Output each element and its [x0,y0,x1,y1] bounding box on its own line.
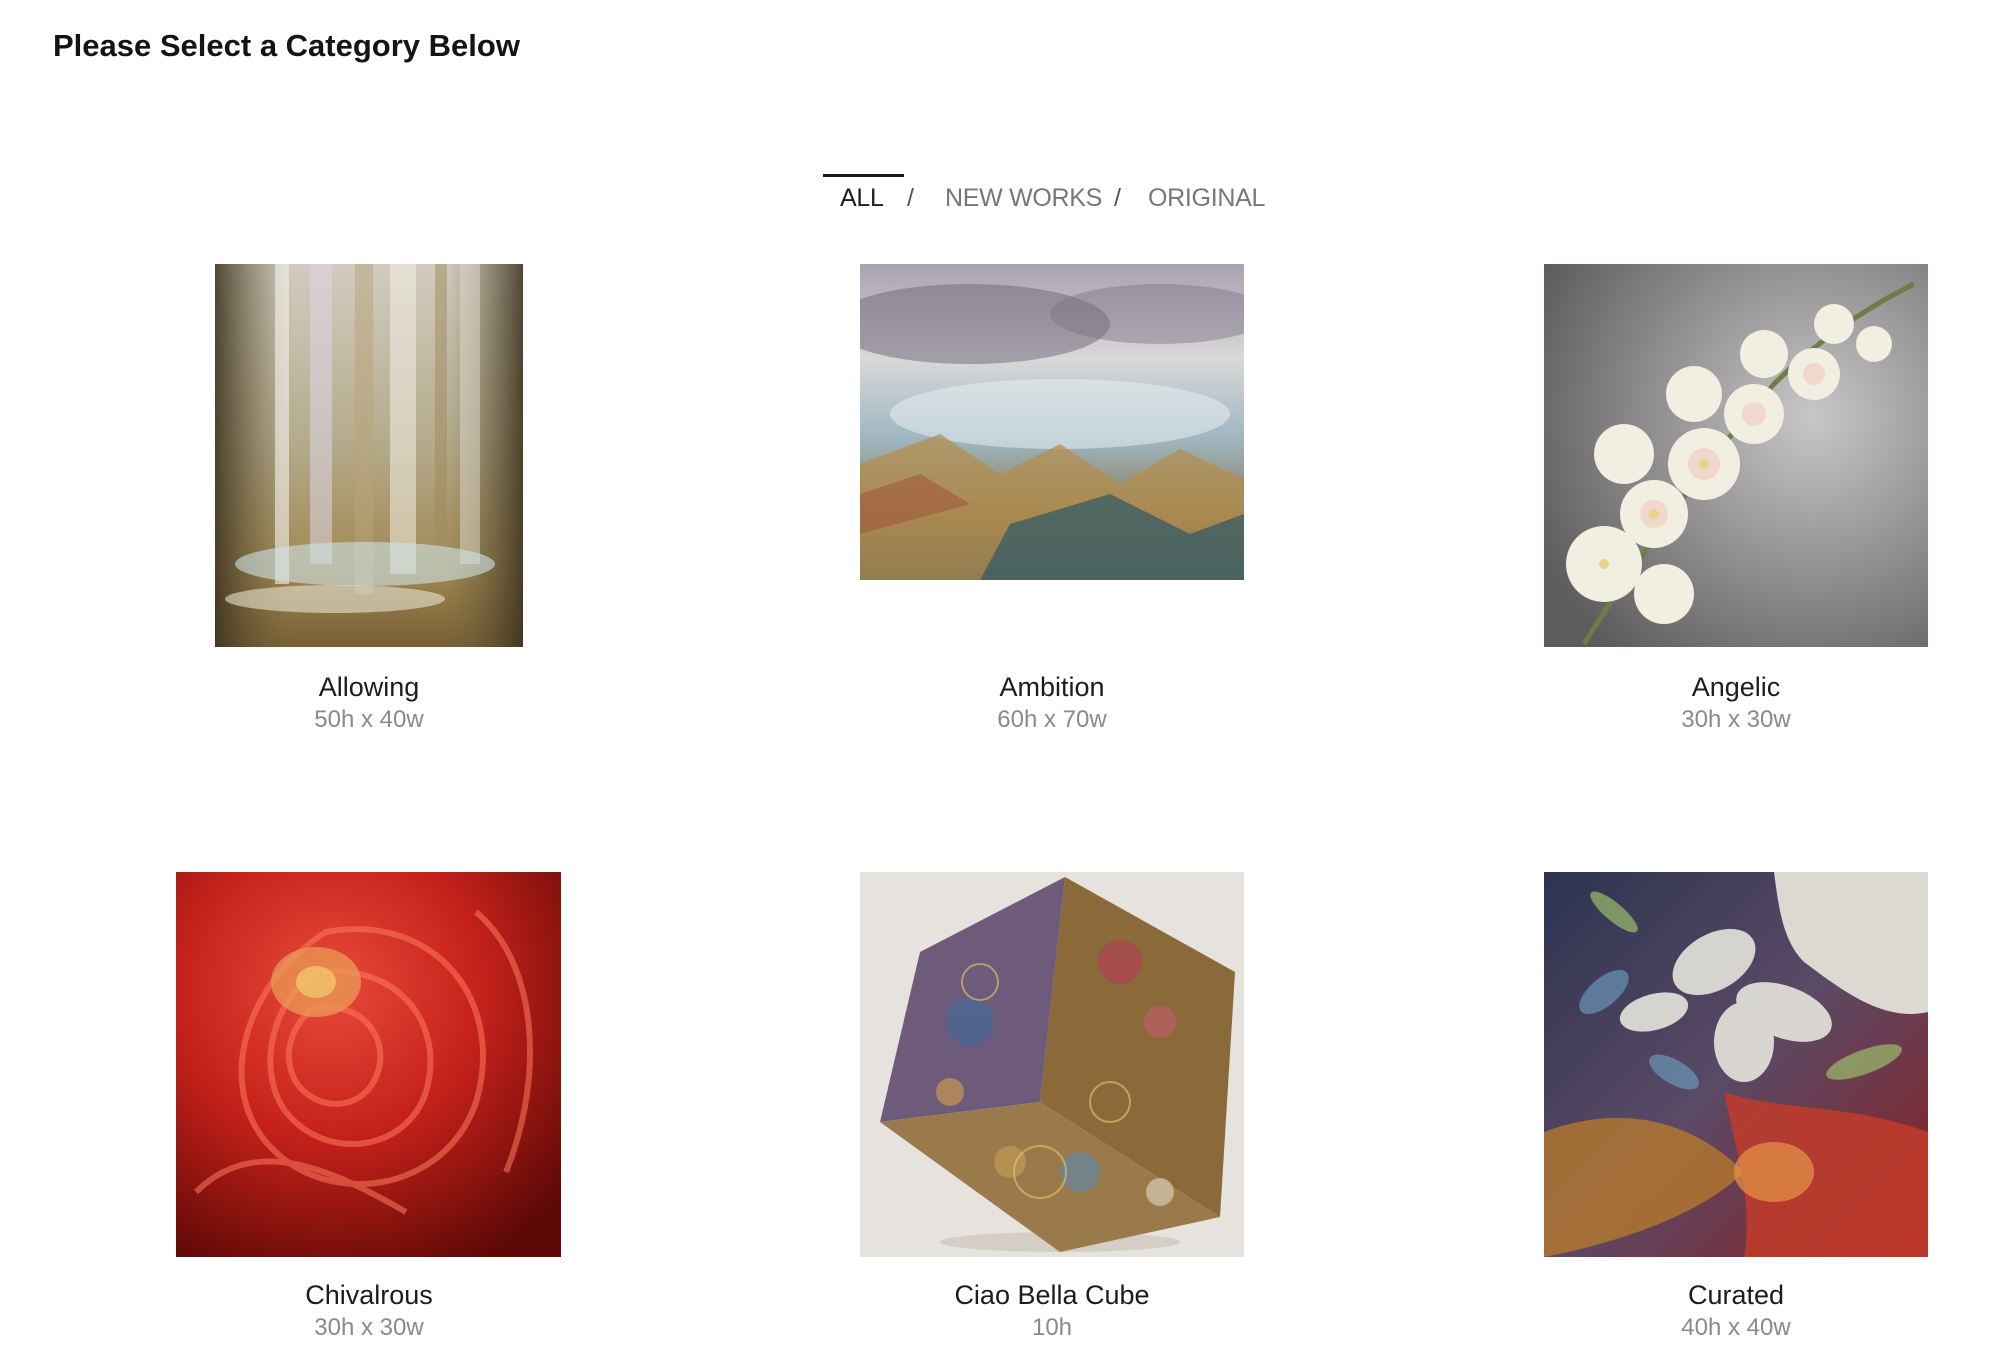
artwork-title[interactable]: Angelic [1486,672,1986,703]
artwork-dimensions: 50h x 40w [314,706,424,733]
artwork-title[interactable]: Chivalrous [119,1280,619,1311]
artwork-title[interactable]: Curated [1486,1280,1986,1311]
filter-all[interactable]: ALL [840,184,884,213]
artwork-image[interactable] [860,872,1244,1257]
artwork-dimensions: 30h x 30w [314,1314,424,1341]
filter-separator: / [907,184,914,212]
artwork-image[interactable] [860,264,1244,580]
artwork-image[interactable] [1544,872,1928,1257]
active-filter-underline [823,174,904,177]
artwork-dimensions: 40h x 40w [1681,1314,1791,1341]
artwork-dimensions: 30h x 30w [1681,706,1791,733]
artwork-image[interactable] [176,872,561,1257]
category-filter-bar: ALL / NEW WORKS / ORIGINAL [0,184,2000,224]
artwork-image[interactable] [215,264,523,647]
filter-original[interactable]: ORIGINAL [1148,184,1265,213]
artwork-title[interactable]: Allowing [119,672,619,703]
filter-separator: / [1114,184,1121,212]
page-title: Please Select a Category Below [53,28,520,63]
filter-new-works[interactable]: NEW WORKS [945,184,1102,213]
artwork-image[interactable] [1544,264,1928,647]
artwork-dimensions: 10h [1031,1314,1073,1341]
artwork-dimensions: 60h x 70w [997,706,1107,733]
artwork-title[interactable]: Ambition [802,672,1302,703]
artwork-title[interactable]: Ciao Bella Cube [802,1280,1302,1311]
